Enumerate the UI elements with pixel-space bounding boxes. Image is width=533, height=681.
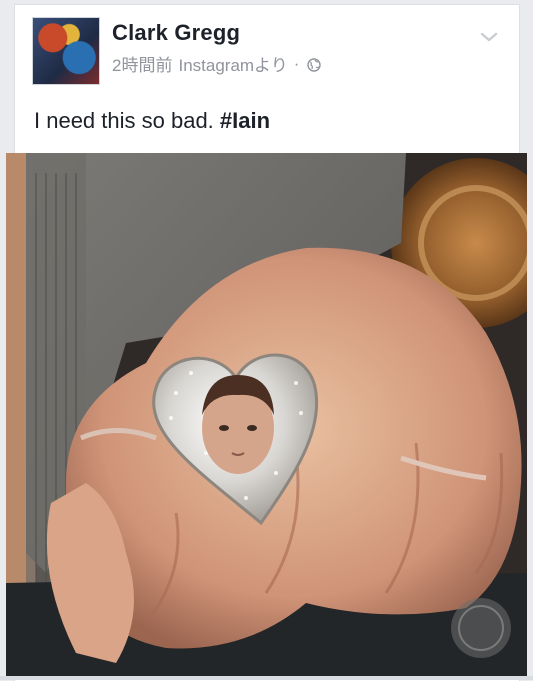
- post-meta: 2時間前 Instagramより ·: [112, 51, 322, 76]
- post-text-body: I need this so bad.: [34, 108, 220, 133]
- bottom-divider: [0, 676, 533, 680]
- meta-separator: ·: [293, 53, 300, 73]
- avatar[interactable]: [32, 17, 100, 85]
- hashtag-link[interactable]: #Iain: [220, 108, 270, 133]
- post-photo[interactable]: [6, 153, 527, 676]
- author-name[interactable]: Clark Gregg: [112, 20, 240, 46]
- globe-icon: [307, 57, 322, 72]
- post-time[interactable]: 2時間前: [112, 51, 172, 76]
- chevron-down-icon[interactable]: [478, 26, 500, 48]
- post-source[interactable]: Instagramより: [178, 51, 287, 76]
- post-text: I need this so bad. #Iain: [34, 108, 270, 134]
